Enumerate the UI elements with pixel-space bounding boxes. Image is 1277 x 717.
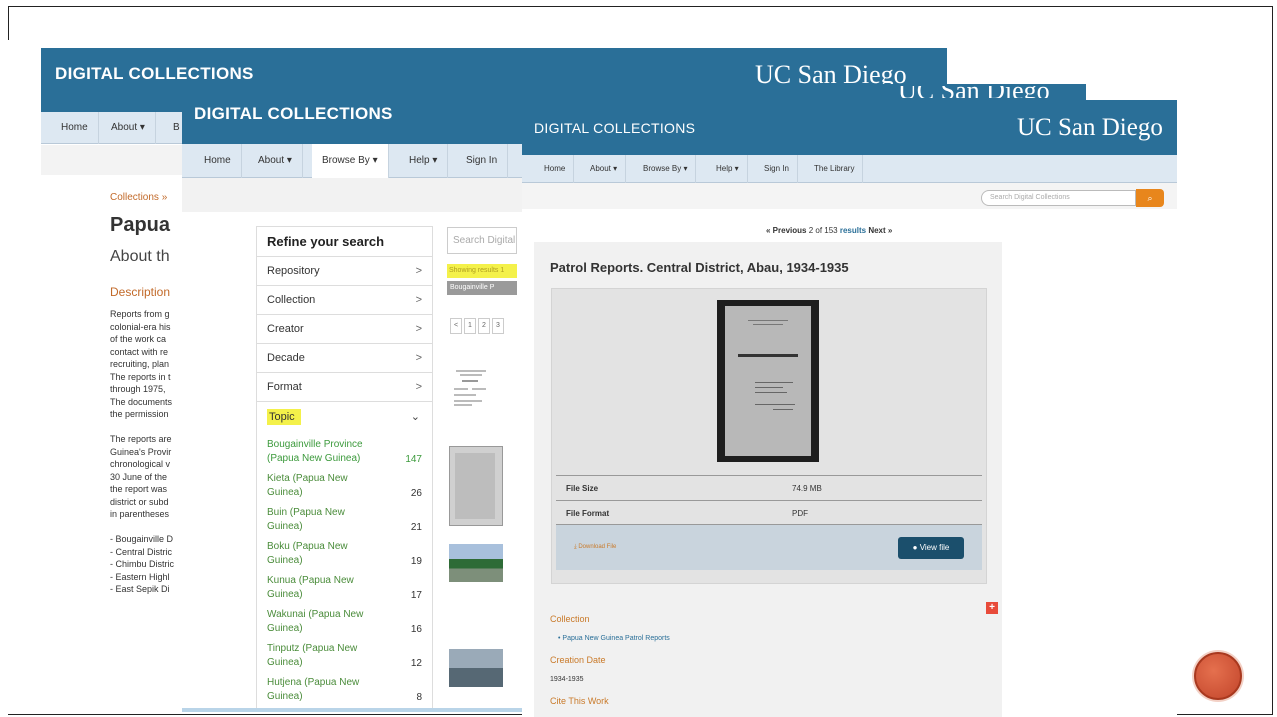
site-title[interactable]: DIGITAL COLLECTIONS: [194, 104, 393, 124]
slide-frame-edge: [8, 6, 9, 40]
facet-repository[interactable]: Repository >: [257, 257, 432, 286]
topic-item[interactable]: Buin (Papua New Guinea) 21: [257, 504, 432, 538]
nav-about[interactable]: About ▾: [582, 155, 627, 183]
nav-about[interactable]: About ▾: [248, 144, 303, 178]
file-metadata: File Size 74.9 MB File Format PDF: [556, 475, 982, 525]
nav-home[interactable]: Home: [536, 155, 575, 183]
document-thumbnail[interactable]: [717, 300, 819, 462]
view-file-button[interactable]: ● View file: [898, 537, 964, 559]
download-bar: ⤓ Download File ● View file: [556, 524, 982, 570]
nav-browse-by[interactable]: Browse By ▾: [312, 144, 389, 178]
facet-format[interactable]: Format >: [257, 373, 432, 402]
chevron-right-icon: >: [415, 265, 422, 277]
about-heading: About th: [110, 248, 170, 265]
facet-topic[interactable]: Topic ⌄: [257, 402, 432, 436]
breadcrumb[interactable]: Collections »: [110, 192, 167, 203]
front-window: DIGITAL COLLECTIONS UC San Diego Home Ab…: [522, 100, 1177, 717]
file-size-row: File Size 74.9 MB: [556, 475, 982, 500]
file-viewer: File Size 74.9 MB File Format PDF ⤓ Down…: [551, 288, 987, 584]
refine-heading: Refine your search: [257, 227, 432, 257]
nav-home[interactable]: Home: [194, 144, 242, 178]
nav-browse-by[interactable]: Browse By ▾: [635, 155, 697, 183]
site-title[interactable]: DIGITAL COLLECTIONS: [534, 120, 695, 136]
result-thumbnail[interactable]: [449, 544, 503, 582]
scrollbar[interactable]: [182, 708, 522, 712]
nav-help[interactable]: Help ▾: [708, 155, 748, 183]
topic-item[interactable]: Kieta (Papua New Guinea) 26: [257, 470, 432, 504]
results-link[interactable]: results: [840, 226, 866, 235]
front-nav: Home About ▾ Browse By ▾ Help ▾ Sign In …: [522, 155, 1177, 183]
result-thumbnail-document[interactable]: [450, 366, 502, 416]
record-title: Patrol Reports. Central District, Abau, …: [550, 260, 849, 275]
nav-the-library[interactable]: The Library: [806, 155, 864, 183]
nav-sign-in[interactable]: Sign In: [756, 155, 798, 183]
slide-logo-circle: [1194, 652, 1242, 700]
facet-decade[interactable]: Decade >: [257, 344, 432, 373]
search-input[interactable]: Search Digital Collections: [981, 190, 1136, 206]
file-format-row: File Format PDF: [556, 500, 982, 525]
search-input[interactable]: Search Digital: [447, 227, 517, 254]
results-count: Showing results 1: [447, 264, 517, 278]
nav-about[interactable]: About ▾: [101, 112, 156, 144]
chevron-right-icon: >: [415, 294, 422, 306]
nav-sign-in[interactable]: Sign In: [456, 144, 509, 178]
pager-page[interactable]: 3: [492, 318, 504, 334]
chevron-right-icon: >: [415, 323, 422, 335]
collection-link[interactable]: • Papua New Guinea Patrol Reports: [558, 635, 670, 642]
cite-heading: Cite This Work: [550, 696, 609, 706]
nav-help[interactable]: Help ▾: [399, 144, 449, 178]
filter-chip[interactable]: Bougainville P: [447, 281, 517, 295]
topic-item[interactable]: Wakunai (Papua New Guinea) 16: [257, 606, 432, 640]
chevron-right-icon: >: [415, 352, 422, 364]
previous-link[interactable]: « Previous: [766, 226, 806, 235]
result-position: 2 of 153: [808, 226, 838, 235]
result-pagination: « Previous 2 of 153 results Next »: [766, 226, 892, 235]
chevron-down-icon: ⌄: [410, 411, 420, 423]
front-header: DIGITAL COLLECTIONS UC San Diego: [522, 100, 1177, 155]
topic-item[interactable]: Bougainville Province (Papua New Guinea)…: [257, 436, 432, 470]
pager-page[interactable]: 1: [464, 318, 476, 334]
expand-plus-icon[interactable]: +: [986, 602, 998, 614]
topic-item[interactable]: Tinputz (Papua New Guinea) 12: [257, 640, 432, 674]
ucsd-logo[interactable]: UC San Diego: [1017, 114, 1163, 142]
facet-creator[interactable]: Creator >: [257, 315, 432, 344]
description-text: Reports from g colonial-era his of the w…: [110, 309, 175, 594]
creation-date-value: 1934-1935: [550, 676, 584, 683]
next-link[interactable]: Next »: [868, 226, 892, 235]
topic-item[interactable]: Hutjena (Papua New Guinea) 8: [257, 674, 432, 708]
record-panel: Patrol Reports. Central District, Abau, …: [534, 242, 1002, 717]
refine-panel: Refine your search Repository > Collectio…: [256, 226, 433, 709]
search-icon: ⌕: [1147, 193, 1153, 203]
topic-item[interactable]: Kunua (Papua New Guinea) 17: [257, 572, 432, 606]
site-title[interactable]: DIGITAL COLLECTIONS: [55, 64, 254, 84]
facet-collection[interactable]: Collection >: [257, 286, 432, 315]
result-thumbnail[interactable]: [449, 446, 503, 526]
result-thumbnail[interactable]: [449, 649, 503, 687]
collection-heading: Collection: [550, 614, 590, 624]
download-file-link[interactable]: ⤓ Download File: [574, 544, 616, 551]
topic-item[interactable]: Boku (Papua New Guinea) 19: [257, 538, 432, 572]
search-button[interactable]: ⌕: [1136, 189, 1164, 207]
page-title: Papua: [110, 214, 171, 236]
nav-home[interactable]: Home: [51, 112, 99, 144]
pager: < 1 2 3: [450, 318, 504, 334]
creation-date-heading: Creation Date: [550, 655, 606, 665]
pager-prev[interactable]: <: [450, 318, 462, 334]
ucsd-logo[interactable]: UC San Diego: [898, 86, 1050, 98]
chevron-right-icon: >: [415, 381, 422, 393]
description-heading: Description: [110, 285, 171, 299]
pager-page[interactable]: 2: [478, 318, 490, 334]
